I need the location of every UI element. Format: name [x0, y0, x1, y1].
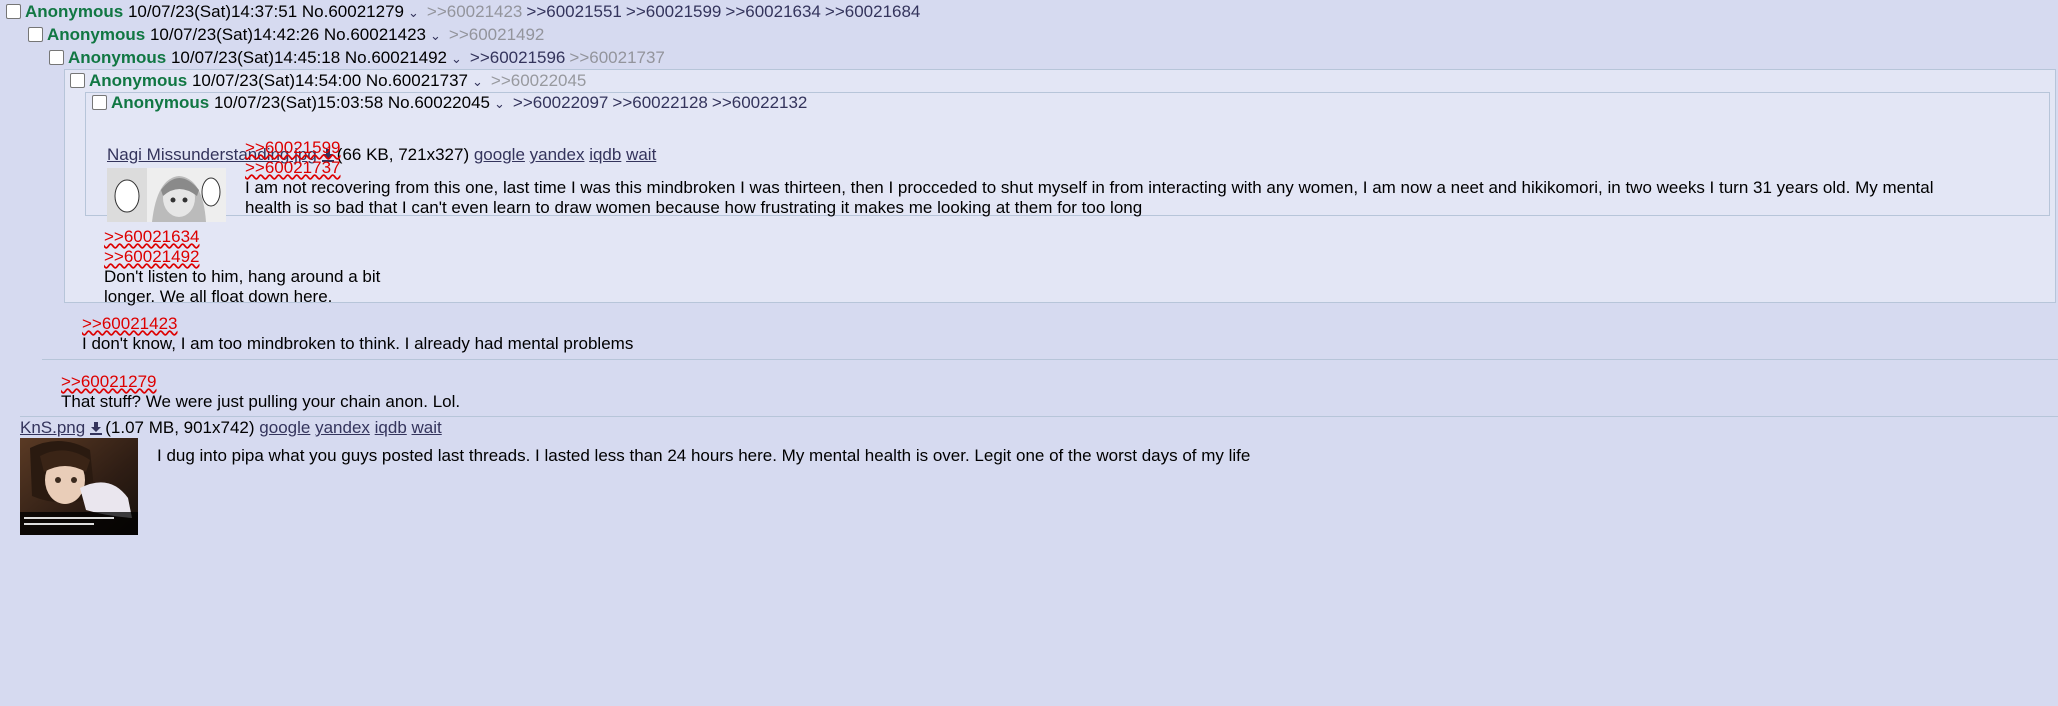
post-checkbox[interactable] [49, 50, 64, 65]
quote-link[interactable]: >>60021492 [104, 247, 380, 267]
message-line: I don't know, I am too mindbroken to thi… [82, 334, 634, 353]
chevron-down-icon[interactable]: ⌄ [494, 96, 505, 111]
backlink[interactable]: >>60021737 [569, 48, 665, 67]
chevron-down-icon[interactable]: ⌄ [430, 28, 441, 43]
quote-link[interactable]: >>60021423 [82, 314, 633, 334]
post-checkbox[interactable] [70, 73, 85, 88]
message-line: That stuff? We were just pulling your ch… [61, 392, 461, 411]
yandex-search-link[interactable]: yandex [315, 418, 370, 437]
post-datetime: 10/07/23(Sat)15:03:58 [213, 93, 384, 112]
post-checkbox[interactable] [92, 95, 107, 110]
iqdb-search-link[interactable]: iqdb [375, 418, 407, 437]
post-thumbnail-kns[interactable] [20, 438, 138, 535]
post-datetime: 10/07/23(Sat)14:45:18 [170, 48, 341, 67]
post-header-60021423: Anonymous 10/07/23(Sat)14:42:26 No.60021… [28, 25, 544, 46]
post-checkbox[interactable] [6, 4, 21, 19]
post-checkbox[interactable] [28, 27, 43, 42]
post-number[interactable]: No.60021423 [324, 25, 426, 44]
post-header-60022045: Anonymous 10/07/23(Sat)15:03:58 No.60022… [92, 93, 807, 114]
post-number[interactable]: No.60021737 [366, 71, 468, 90]
chevron-down-icon[interactable]: ⌄ [408, 5, 419, 20]
post-header-60021737: Anonymous 10/07/23(Sat)14:54:00 No.60021… [70, 71, 586, 92]
poster-name: Anonymous [68, 48, 167, 67]
post-datetime: 10/07/23(Sat)14:54:00 [191, 71, 362, 90]
backlink[interactable]: >>60022097 [513, 93, 609, 112]
backlink[interactable]: >>60021599 [626, 2, 722, 21]
backlink[interactable]: >>60021423 [427, 2, 523, 21]
post-number[interactable]: No.60021492 [345, 48, 447, 67]
post-number[interactable]: No.60021279 [302, 2, 404, 21]
manga-panel-image [107, 168, 226, 222]
backlink[interactable]: >>60022045 [491, 71, 587, 90]
post-message-60021737: >>60021634 >>60021492 Don't listen to hi… [104, 227, 380, 307]
download-icon[interactable] [89, 421, 103, 435]
post-message-60022045: >>60021599 >>60021737 I am not recoverin… [245, 138, 1933, 218]
poster-name: Anonymous [89, 71, 188, 90]
post-thumbnail-nagi[interactable] [107, 168, 226, 222]
post-message-60021492: >>60021423 I don't know, I am too mindbr… [82, 314, 633, 354]
message-line: I dug into pipa what you guys posted las… [157, 446, 1251, 465]
post-message-60021279: I dug into pipa what you guys posted las… [157, 446, 1250, 466]
message-line: Don't listen to him, hang around a bit [104, 267, 381, 286]
chevron-down-icon[interactable]: ⌄ [472, 74, 483, 89]
poster-name: Anonymous [47, 25, 146, 44]
poster-name: Anonymous [25, 2, 124, 21]
quote-link[interactable]: >>60021737 [245, 158, 1933, 178]
message-line: I am not recovering from this one, last … [245, 178, 1934, 197]
post-datetime: 10/07/23(Sat)14:42:26 [149, 25, 320, 44]
quote-link[interactable]: >>60021279 [61, 372, 460, 392]
google-search-link[interactable]: google [259, 418, 310, 437]
anime-screenshot-image [20, 438, 138, 535]
file-details: (1.07 MB, 901x742) [105, 418, 255, 437]
message-line: longer. We all float down here. [104, 287, 333, 306]
post-header-60021492: Anonymous 10/07/23(Sat)14:45:18 No.60021… [49, 48, 665, 69]
quote-link[interactable]: >>60021599 [245, 138, 1933, 158]
post-datetime: 10/07/23(Sat)14:37:51 [127, 2, 298, 21]
file-info-60021279: KnS.png (1.07 MB, 901x742) google yandex … [20, 418, 442, 438]
file-name-link[interactable]: KnS.png [20, 418, 85, 437]
backlink[interactable]: >>60021684 [825, 2, 921, 21]
backlink[interactable]: >>60022132 [712, 93, 808, 112]
backlink[interactable]: >>60021634 [725, 2, 821, 21]
quote-link[interactable]: >>60021634 [104, 227, 380, 247]
backlink[interactable]: >>60021492 [449, 25, 545, 44]
wait-search-link[interactable]: wait [412, 418, 442, 437]
message-line: health is so bad that I can't even learn… [245, 198, 1143, 217]
post-header-60021279: Anonymous 10/07/23(Sat)14:37:51 No.60021… [6, 2, 920, 23]
post-number[interactable]: No.60022045 [388, 93, 490, 112]
poster-name: Anonymous [111, 93, 210, 112]
post-message-60021423: >>60021279 That stuff? We were just pull… [61, 372, 460, 412]
backlink[interactable]: >>60022128 [612, 93, 708, 112]
backlink[interactable]: >>60021596 [470, 48, 566, 67]
backlink[interactable]: >>60021551 [526, 2, 622, 21]
chevron-down-icon[interactable]: ⌄ [451, 51, 462, 66]
